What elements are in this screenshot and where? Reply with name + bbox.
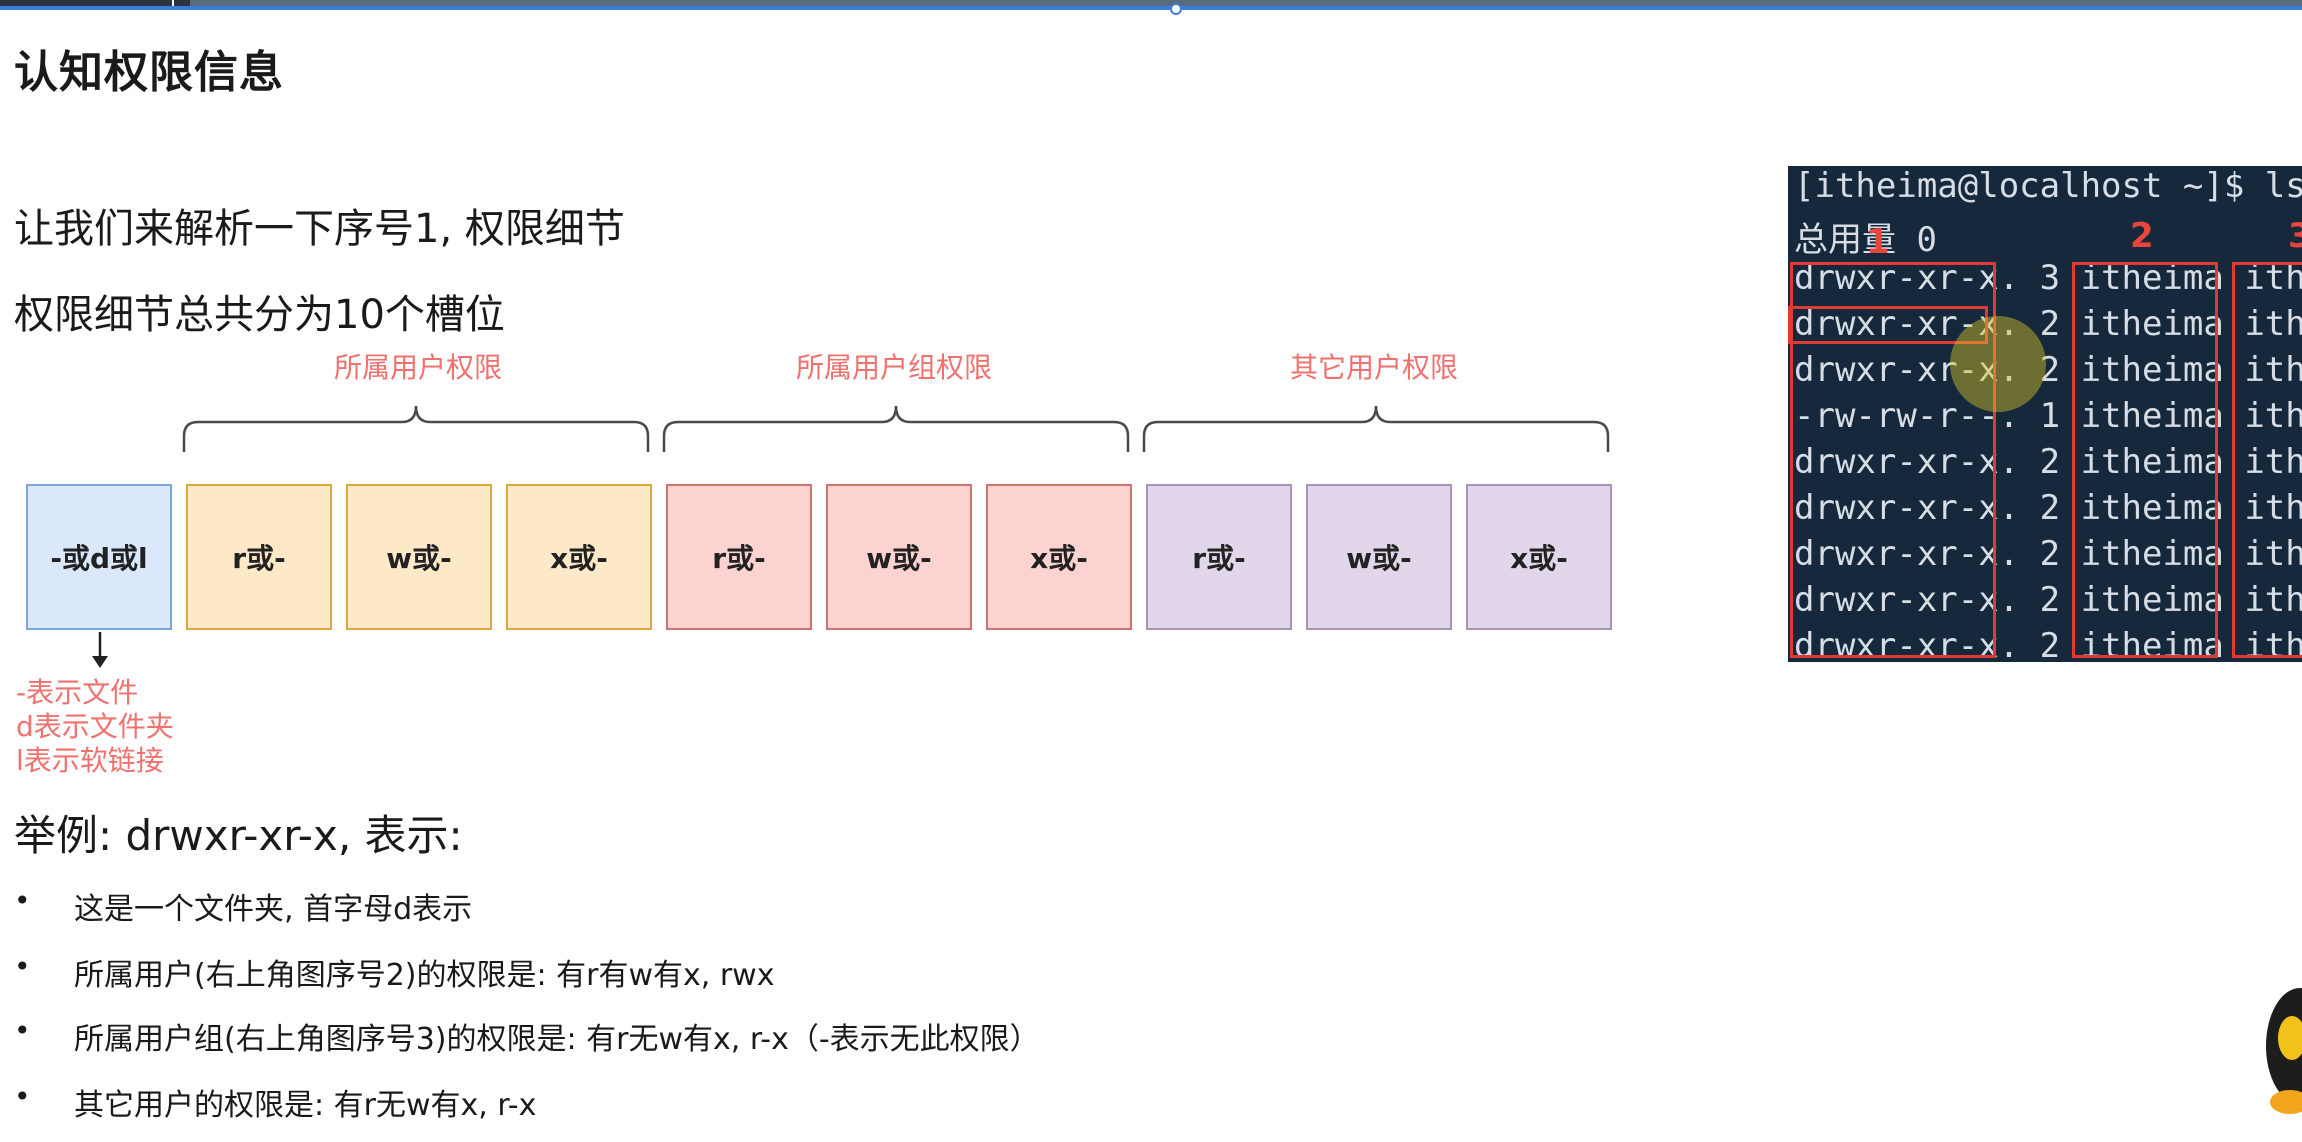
bullet-item: 所属用户组(右上角图序号3)的权限是: 有r无w有x, r-x（-表示无此权限） bbox=[74, 1022, 1040, 1057]
page-title: 认知权限信息 bbox=[14, 47, 284, 98]
column-number-3: 3 bbox=[2288, 216, 2302, 256]
bullet-item: 其它用户的权限是: 有r无w有x, r-x bbox=[74, 1088, 537, 1123]
group-label-others: 其它用户权限 bbox=[1289, 351, 1458, 384]
bullet-item: 这是一个文件夹, 首字母d表示 bbox=[74, 892, 473, 927]
bullet-icon: • bbox=[14, 950, 31, 983]
mascot-icon bbox=[2266, 988, 2302, 1114]
slot-owner-write: w或- bbox=[346, 484, 492, 630]
legend-folder: d表示文件夹 bbox=[16, 710, 174, 743]
slot-others-read: r或- bbox=[1146, 484, 1292, 630]
legend-file: -表示文件 bbox=[16, 676, 139, 709]
slot-others-write: w或- bbox=[1306, 484, 1452, 630]
slot-file-type: -或d或l bbox=[26, 484, 172, 630]
column-number-2: 2 bbox=[2130, 216, 2154, 256]
column-number-1: 1 bbox=[1866, 222, 1890, 262]
legend-symlink: l表示软链接 bbox=[16, 744, 164, 777]
highlight-box-owner bbox=[2072, 262, 2218, 658]
slot-group-exec: x或- bbox=[986, 484, 1132, 630]
brace-others bbox=[1142, 405, 1610, 452]
group-label-group: 所属用户组权限 bbox=[795, 351, 992, 384]
brace-group bbox=[662, 405, 1130, 452]
terminal-prompt: [itheima@localhost ~]$ ls bbox=[1794, 166, 2302, 206]
intro-line-2: 权限细节总共分为10个槽位 bbox=[14, 292, 505, 338]
slot-others-exec: x或- bbox=[1466, 484, 1612, 630]
group-label-owner: 所属用户权限 bbox=[333, 351, 502, 384]
progress-handle[interactable] bbox=[1170, 3, 1182, 15]
bullet-item: 所属用户(右上角图序号2)的权限是: 有r有w有x, rwx bbox=[74, 958, 775, 993]
terminal-screenshot: [itheima@localhost ~]$ ls 总用量 0 drwxr-xr… bbox=[1788, 166, 2302, 662]
slot-group-write: w或- bbox=[826, 484, 972, 630]
bullet-icon: • bbox=[14, 1080, 31, 1113]
bullet-icon: • bbox=[14, 1014, 31, 1047]
intro-line-1: 让我们来解析一下序号1, 权限细节 bbox=[14, 206, 625, 252]
slot-owner-read: r或- bbox=[186, 484, 332, 630]
example-heading: 举例: drwxr-xr-x, 表示: bbox=[14, 811, 463, 860]
slot-owner-exec: x或- bbox=[506, 484, 652, 630]
brace-owner bbox=[182, 405, 650, 452]
progress-track bbox=[0, 6, 2302, 10]
video-progress-bar[interactable] bbox=[0, 0, 2302, 15]
cursor-highlight bbox=[1950, 316, 2046, 412]
bullet-icon: • bbox=[14, 884, 31, 917]
slot-group-read: r或- bbox=[666, 484, 812, 630]
arrow-down-icon bbox=[92, 632, 108, 668]
highlight-box-group bbox=[2232, 262, 2302, 658]
